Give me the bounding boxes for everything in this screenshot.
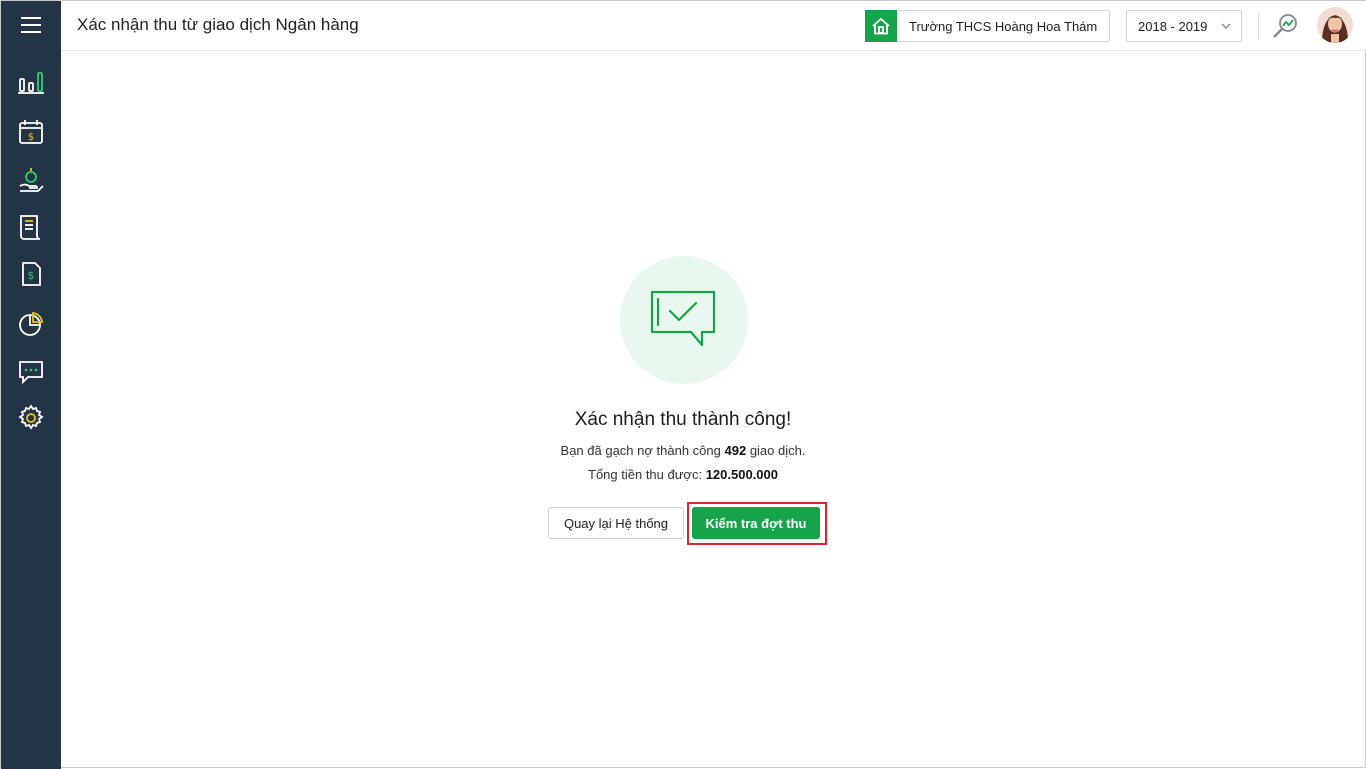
chevron-down-icon [1221, 23, 1231, 29]
school-selector[interactable]: Trường THCS Hoàng Hoa Thám [865, 10, 1110, 42]
search-analytics-button[interactable] [1271, 12, 1299, 40]
page-title: Xác nhận thu từ giao dịch Ngân hàng [77, 15, 359, 34]
back-to-system-button[interactable]: Quay lại Hệ thống [548, 507, 684, 539]
magnifier-chart-icon [1273, 14, 1297, 38]
school-name: Trường THCS Hoàng Hoa Thám [909, 18, 1098, 34]
sidebar-item-collection[interactable] [15, 164, 47, 196]
total-amount: 120.500.000 [705, 467, 778, 482]
user-avatar[interactable] [1317, 7, 1353, 43]
sidebar-item-messages[interactable] [15, 356, 47, 388]
sidebar-item-settings[interactable] [15, 402, 47, 434]
success-illustration [620, 256, 748, 384]
chat-bubble-icon [19, 361, 43, 385]
school-year-select[interactable]: 2018 - 2019 [1126, 10, 1242, 42]
sidebar-item-fee-schedule[interactable]: $ [15, 116, 47, 148]
school-house-icon [865, 10, 897, 42]
sidebar-item-dashboard[interactable] [15, 65, 47, 97]
sidebar-item-invoices[interactable]: $ [15, 258, 47, 290]
school-year-value: 2018 - 2019 [1138, 18, 1208, 34]
sidebar-item-receipts[interactable] [15, 211, 47, 243]
success-title: Xác nhận thu thành công! [574, 409, 792, 430]
transaction-count: 492 [724, 443, 747, 458]
header-divider [1258, 12, 1259, 40]
chat-check-icon [650, 290, 716, 347]
svg-text:$: $ [28, 269, 35, 282]
success-summary-amount: Tổng tiền thu được: 120.500.000 [588, 467, 778, 482]
sidebar-item-reports[interactable] [15, 308, 47, 340]
document-dollar-icon: $ [22, 262, 41, 286]
hamburger-menu-button[interactable] [1, 1, 61, 49]
settings-gear-icon [18, 404, 44, 430]
bar-chart-icon [18, 72, 44, 94]
pie-chart-icon [19, 312, 43, 336]
check-collection-button[interactable]: Kiểm tra đợt thu [692, 507, 820, 539]
receipt-scroll-icon [20, 215, 41, 240]
calendar-dollar-icon: $ [19, 120, 43, 144]
sidebar: $ $ [1, 1, 61, 769]
main-content: Xác nhận thu thành công! Bạn đã gạch nợ … [61, 51, 1366, 769]
top-bar: Xác nhận thu từ giao dịch Ngân hàng Trườ… [61, 1, 1366, 51]
money-hand-icon [19, 168, 44, 192]
svg-text:$: $ [28, 132, 34, 143]
app-window: $ $ Xác nhận thu từ giao dịch Ngân hàng … [0, 0, 1366, 769]
hamburger-icon [21, 17, 41, 33]
success-summary-count: Bạn đã gạch nợ thành công 492 giao dịch. [560, 443, 806, 458]
